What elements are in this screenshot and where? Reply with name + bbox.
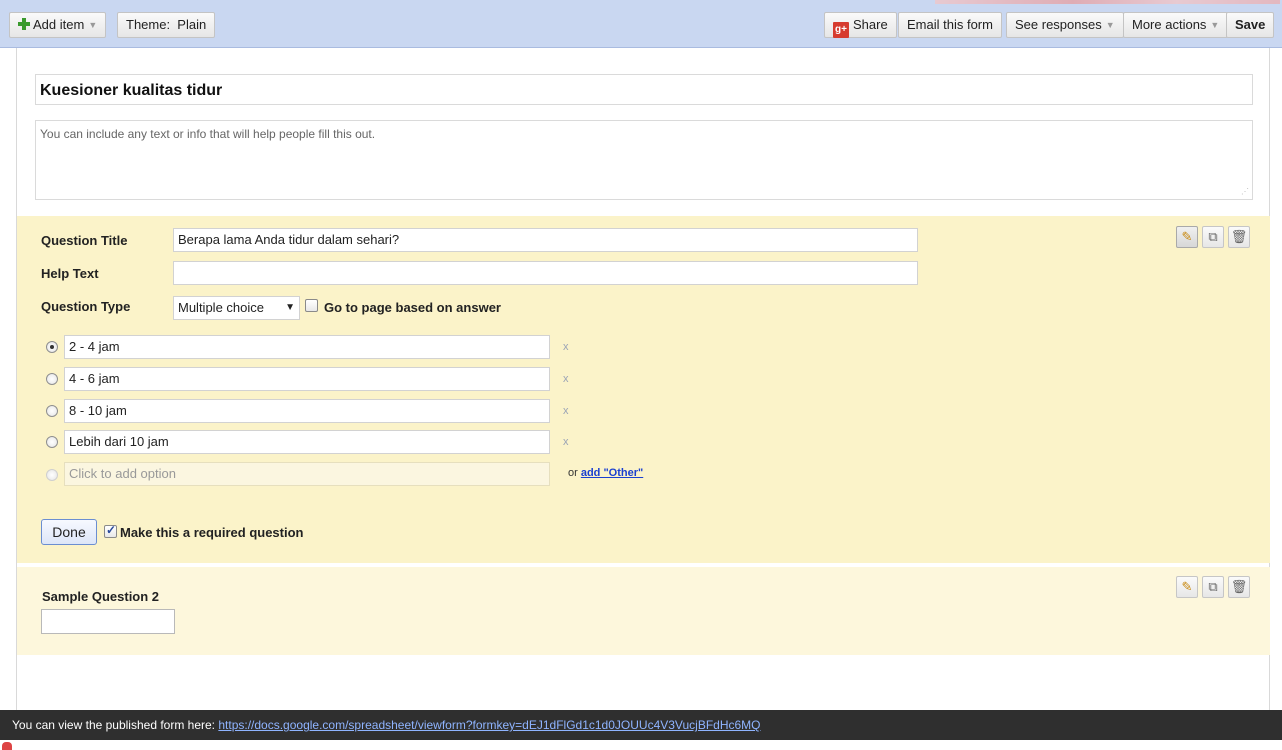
theme-label: Theme: Plain <box>126 17 207 32</box>
share-label: Share <box>853 17 888 32</box>
resize-grip-icon[interactable]: ⋰ <box>1241 187 1249 196</box>
question-title-label: Question Title <box>41 233 128 248</box>
remove-option-icon[interactable]: x <box>563 405 569 417</box>
dropdown-arrow-icon: ▼ <box>285 302 295 313</box>
pencil-icon[interactable]: ✎ <box>1176 226 1198 248</box>
chevron-down-icon: ▼ <box>88 20 98 30</box>
decorative-mark <box>2 742 12 750</box>
chevron-down-icon: ▼ <box>1105 20 1115 30</box>
add-option-input[interactable]: Click to add option <box>64 462 550 486</box>
goto-page-checkbox[interactable] <box>305 299 318 312</box>
see-responses-button[interactable]: See responses ▼ <box>1006 12 1124 38</box>
top-toolbar: Add item ▼ Theme: Plain g+ Share Email thi… <box>0 0 1282 48</box>
more-actions-label: More actions <box>1132 17 1207 32</box>
bottom-strip <box>0 740 1282 750</box>
duplicate-icon[interactable]: ⧉ <box>1202 226 1224 248</box>
option-radio[interactable] <box>46 405 58 417</box>
add-item-label: Add item <box>33 17 85 32</box>
question-card[interactable] <box>17 567 1270 655</box>
email-form-button[interactable]: Email this form <box>898 12 1002 38</box>
save-button[interactable]: Save <box>1226 12 1275 38</box>
question-type-value: Multiple choice <box>178 300 264 315</box>
done-button[interactable]: Done <box>41 519 97 545</box>
add-other-link[interactable]: add "Other" <box>581 467 643 479</box>
form-title-input[interactable]: Kuesioner kualitas tidur <box>35 74 1253 105</box>
published-text: You can view the published form here: <box>12 718 216 732</box>
question-type-label: Question Type <box>41 299 131 314</box>
goto-page-label: Go to page based on answer <box>324 300 501 315</box>
question-title: Sample Question 2 <box>42 589 160 604</box>
question-type-select[interactable]: Multiple choice ▼ <box>173 296 300 320</box>
more-actions-button[interactable]: More actions ▼ <box>1123 12 1229 38</box>
see-responses-label: See responses <box>1015 17 1102 32</box>
option-radio-placeholder <box>46 469 58 481</box>
pencil-icon[interactable]: ✎ <box>1176 576 1198 598</box>
remove-option-icon[interactable]: x <box>563 373 569 385</box>
published-form-link[interactable]: https://docs.google.com/spreadsheet/view… <box>218 718 760 732</box>
form-description-placeholder: You can include any text or info that wi… <box>40 127 376 141</box>
background-strip <box>935 0 1280 4</box>
add-other-text: or add "Other" <box>568 467 643 479</box>
required-checkbox[interactable] <box>104 523 117 538</box>
option-input[interactable]: 4 - 6 jam <box>64 367 550 391</box>
option-radio[interactable] <box>46 436 58 448</box>
remove-option-icon[interactable]: x <box>563 341 569 353</box>
google-plus-icon: g+ <box>833 22 849 38</box>
or-label: or <box>568 467 578 479</box>
sample-answer-input[interactable] <box>41 609 175 634</box>
save-label: Save <box>1235 17 1266 32</box>
duplicate-icon[interactable]: ⧉ <box>1202 576 1224 598</box>
share-button[interactable]: g+ Share <box>824 12 897 38</box>
add-item-button[interactable]: Add item ▼ <box>9 12 107 38</box>
email-form-label: Email this form <box>907 17 993 32</box>
option-radio[interactable] <box>46 341 58 353</box>
option-input[interactable]: Lebih dari 10 jam <box>64 430 550 454</box>
remove-option-icon[interactable]: x <box>563 436 569 448</box>
trash-icon[interactable]: 🗑 <box>1228 576 1250 598</box>
help-text-label: Help Text <box>41 266 99 281</box>
plus-icon <box>18 18 30 30</box>
option-input[interactable]: 8 - 10 jam <box>64 399 550 423</box>
required-label: Make this a required question <box>120 525 304 540</box>
published-form-bar: You can view the published form here: ht… <box>0 710 1282 740</box>
theme-button[interactable]: Theme: Plain <box>117 12 216 38</box>
form-description-input[interactable]: You can include any text or info that wi… <box>35 120 1253 200</box>
chevron-down-icon: ▼ <box>1210 20 1220 30</box>
trash-icon[interactable]: 🗑 <box>1228 226 1250 248</box>
question-title-input[interactable]: Berapa lama Anda tidur dalam sehari? <box>173 228 918 252</box>
option-input[interactable]: 2 - 4 jam <box>64 335 550 359</box>
help-text-input[interactable] <box>173 261 918 285</box>
option-radio[interactable] <box>46 373 58 385</box>
